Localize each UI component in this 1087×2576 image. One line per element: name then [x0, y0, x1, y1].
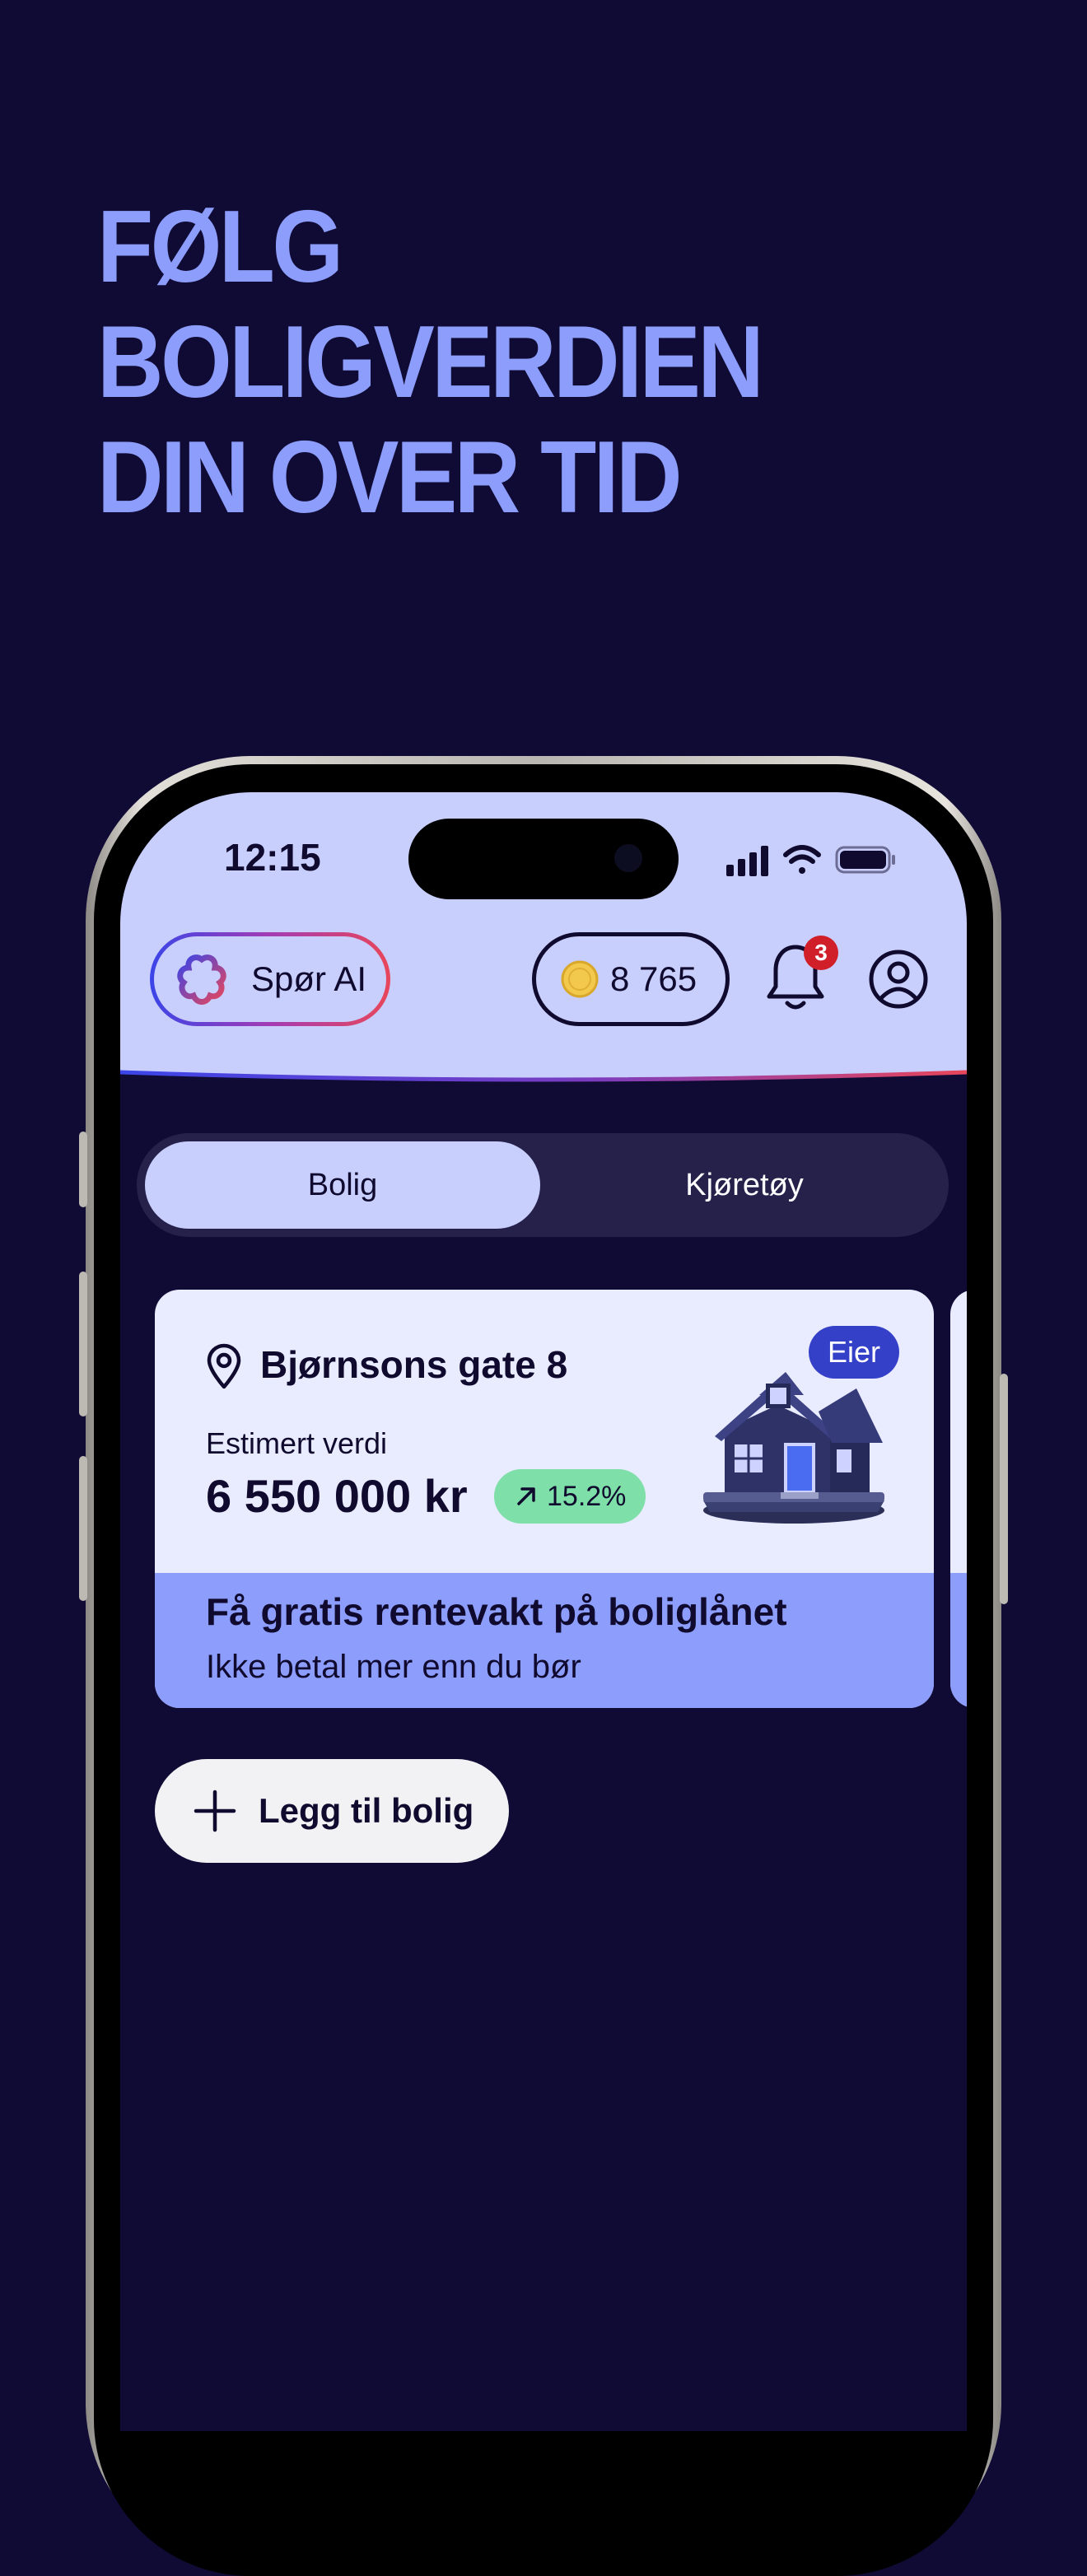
plus-icon: [194, 1790, 236, 1832]
phone-power-button: [1000, 1374, 1008, 1604]
asset-type-tabs: Bolig Kjøretøy: [137, 1133, 949, 1237]
estimate-label: Estimert verdi: [206, 1426, 388, 1460]
rate-alert-title: Få gratis rentevakt på boliglånet: [206, 1590, 787, 1633]
coin-balance[interactable]: 8 765: [532, 932, 730, 1026]
next-card-banner: [950, 1573, 967, 1708]
value-change-text: 15.2%: [547, 1480, 627, 1512]
ai-flower-icon: [177, 954, 226, 1005]
notification-badge: 3: [804, 936, 838, 970]
headline-line-1: FØLG BOLIGVERDIEN: [97, 190, 764, 419]
ask-ai-label: Spør AI: [251, 959, 367, 998]
coin-balance-value: 8 765: [610, 959, 697, 998]
battery-icon: [835, 846, 895, 874]
ask-ai-button[interactable]: Spør AI: [150, 932, 390, 1026]
status-icons: [726, 845, 895, 876]
status-time: 12:15: [224, 836, 321, 879]
header-curve: [120, 1056, 967, 1082]
estimate-value: 6 550 000 kr: [206, 1470, 468, 1522]
wifi-icon: [783, 845, 821, 874]
headline-line-2: DIN OVER TID: [97, 421, 683, 534]
rate-alert-subtitle: Ikke betal mer enn du bør: [206, 1649, 581, 1685]
phone-volume-down-button: [79, 1456, 87, 1601]
phone-volume-up-button: [79, 1272, 87, 1416]
camera-icon: [614, 844, 642, 872]
property-address: Bjørnsons gate 8: [260, 1343, 568, 1386]
signal-icon: [726, 846, 768, 876]
phone-action-button: [79, 1132, 87, 1207]
property-card[interactable]: Bjørnsons gate 8 Estimert verdi 6 550 00…: [155, 1290, 934, 1708]
coin-icon: [561, 960, 599, 998]
location-pin-icon: [207, 1343, 241, 1389]
phone-screen: 12:15 Spør AI 8 765 3 Bolig Kjøretøy Bjø…: [120, 792, 967, 2431]
add-property-button[interactable]: Legg til bolig: [155, 1759, 509, 1863]
profile-icon[interactable]: [868, 949, 929, 1010]
tab-kjoretoy[interactable]: Kjøretøy: [548, 1141, 940, 1229]
tab-bolig[interactable]: Bolig: [145, 1141, 540, 1229]
arrow-up-right-icon: [517, 1487, 535, 1505]
value-change-badge: 15.2%: [494, 1469, 646, 1524]
rate-alert-banner[interactable]: Få gratis rentevakt på boliglånet Ikke b…: [155, 1573, 934, 1708]
promo-headline: FØLG BOLIGVERDIEN DIN OVER TID: [97, 189, 988, 535]
add-property-label: Legg til bolig: [259, 1791, 474, 1830]
owner-badge: Eier: [809, 1326, 899, 1379]
next-card-peek[interactable]: [950, 1290, 967, 1708]
